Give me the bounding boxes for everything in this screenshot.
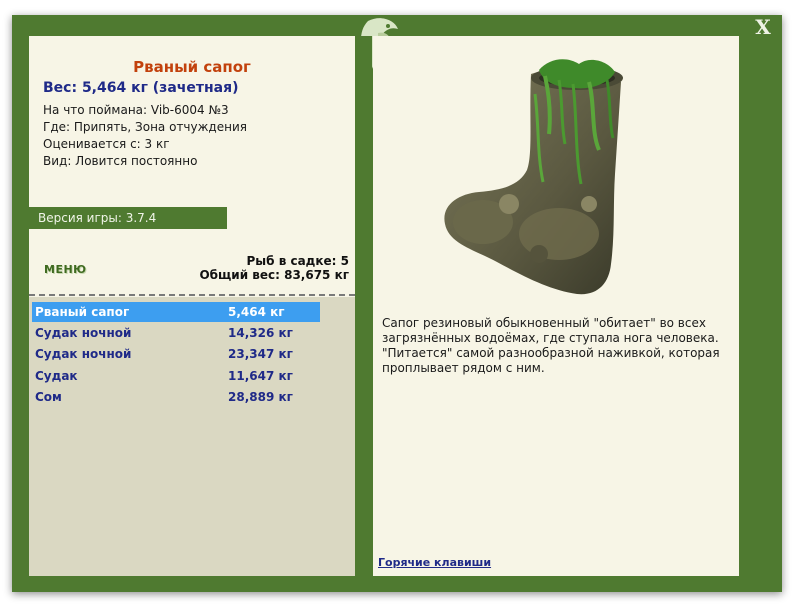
fish-details: На что поймана: Vib-6004 №3 Где: Припять… [43,102,247,170]
catch-name: Судак ночной [35,326,132,340]
menu-button[interactable]: МЕНЮ [44,263,87,276]
catch-list-item[interactable]: Судак ночной 14,326 кг [32,323,320,343]
total-weight: Общий вес: 83,675 кг [199,268,349,282]
catch-list: Рваный сапог 5,464 кг Судак ночной 14,32… [29,297,355,576]
panel-divider [358,36,372,576]
fish-title: Рваный сапог [133,58,251,76]
close-icon[interactable]: X [754,17,772,37]
catch-name: Рваный сапог [35,305,130,319]
catch-weight: 5,464 кг [228,305,285,319]
catch-list-item[interactable]: Сом 28,889 кг [32,387,320,407]
catch-list-item[interactable]: Судак ночной 23,347 кг [32,344,320,364]
dashed-divider [29,294,355,296]
version-bar: Версия игры: 3.7.4 [29,207,227,229]
catch-weight: 14,326 кг [228,326,293,340]
catch-weight: 28,889 кг [228,390,293,404]
hotkeys-link[interactable]: Горячие клавиши [378,556,491,569]
rated-from-text: Оценивается с: 3 кг [43,137,170,151]
fish-weight: Вес: 5,464 кг (зачетная) [43,80,239,96]
fish-description-panel: Сапог резиновый обыкновенный "обитает" в… [373,36,739,576]
catch-list-item[interactable]: Рваный сапог 5,464 кг [32,302,320,322]
location-text: Где: Припять, Зона отчуждения [43,120,247,134]
catch-name: Судак [35,369,78,383]
species-text: Вид: Ловится постоянно [43,154,198,168]
keepnet-stats: Рыб в садке: 5 Общий вес: 83,675 кг [199,254,349,282]
catch-name: Сом [35,390,62,404]
caught-with-text: На что поймана: Vib-6004 №3 [43,103,229,117]
catch-name: Судак ночной [35,347,132,361]
catch-list-item[interactable]: Судак 11,647 кг [32,366,320,386]
fish-info-panel: Рваный сапог Вес: 5,464 кг (зачетная) На… [29,36,355,576]
boot-image [444,59,623,295]
fish-description: Сапог резиновый обыкновенный "обитает" в… [382,316,720,375]
catch-weight: 23,347 кг [228,347,293,361]
fish-count: Рыб в садке: 5 [246,254,350,268]
catch-weight: 11,647 кг [228,369,293,383]
